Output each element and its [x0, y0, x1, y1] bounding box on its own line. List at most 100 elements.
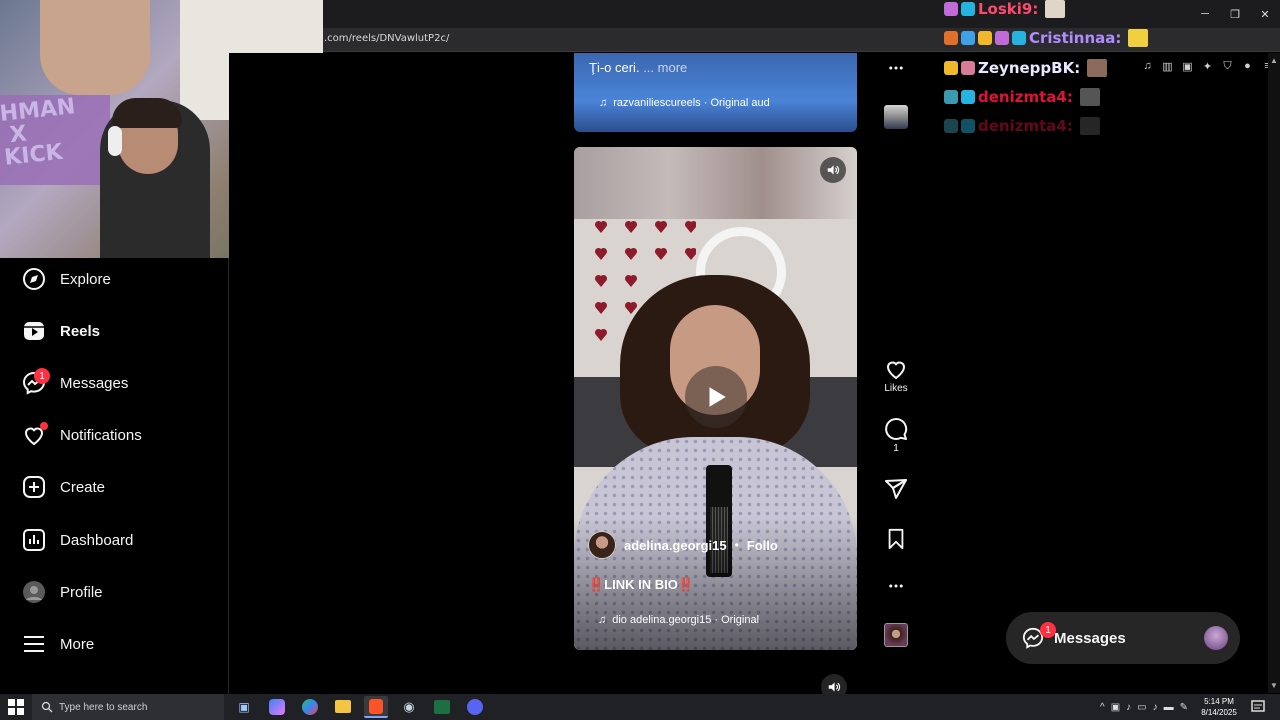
copilot-icon[interactable]: [269, 699, 285, 715]
comment-button[interactable]: 1: [876, 417, 916, 454]
music-note-icon: ♫: [598, 614, 607, 626]
minimize-icon[interactable]: ─: [1190, 0, 1220, 28]
sidebar-item-explore[interactable]: Explore: [0, 259, 229, 299]
audio-avatar[interactable]: [876, 623, 916, 647]
reel-caption: ‼️LINK IN BIO‼️: [588, 577, 695, 592]
sidebar-item-messages[interactable]: 1 Messages: [0, 363, 229, 403]
sidebar-item-label: Dashboard: [60, 531, 134, 549]
close-icon[interactable]: ✕: [1250, 0, 1280, 28]
volume-icon[interactable]: ♪: [1126, 702, 1131, 713]
follow-button[interactable]: Follo: [747, 538, 778, 553]
reel-caption: Ţi-o ceri. ... more: [589, 60, 687, 75]
browser-toolbar: ♫ ▥ ▣ ✦ ⛉ ● ≡: [1141, 58, 1274, 74]
search-placeholder: Type here to search: [59, 701, 148, 713]
task-view-icon[interactable]: ▣: [232, 696, 256, 718]
chat-message: ZeyneppBK:: [944, 59, 1108, 77]
scroll-down-icon[interactable]: ▼: [1270, 681, 1278, 690]
brave-browser-icon[interactable]: [364, 696, 388, 718]
messages-label: Messages: [1054, 629, 1126, 647]
copilot-app-icon[interactable]: [302, 699, 318, 715]
volume-icon[interactable]: ♪: [1153, 702, 1158, 713]
steam-icon[interactable]: ◉: [397, 696, 421, 718]
play-icon: [709, 387, 726, 407]
reel-card-current[interactable]: adelina.georgi15 • Follo ‼️LINK IN BIO‼️…: [574, 147, 857, 650]
messages-floating-button[interactable]: 1 Messages: [1006, 612, 1240, 664]
avatar: [884, 623, 908, 647]
badge-icon: [944, 119, 958, 133]
previous-author-avatar[interactable]: [876, 105, 916, 129]
sidebar-icon[interactable]: ▥: [1161, 58, 1174, 74]
emote-icon: [1079, 117, 1100, 135]
windows-start-icon[interactable]: [8, 699, 24, 715]
sidebar-item-notifications[interactable]: Notifications: [0, 415, 229, 455]
vpn-icon[interactable]: ●: [1241, 58, 1254, 74]
excel-icon[interactable]: [434, 700, 450, 714]
badge-icon: [944, 90, 958, 104]
discord-icon[interactable]: [467, 699, 483, 715]
badge-icon: [995, 31, 1009, 45]
emote-icon: [1087, 59, 1108, 77]
play-button[interactable]: [685, 366, 747, 428]
scroll-up-icon[interactable]: ▲: [1270, 56, 1278, 65]
save-button[interactable]: [876, 527, 916, 551]
sidebar-item-profile[interactable]: Profile: [0, 572, 229, 612]
sidebar-item-label: Create: [60, 478, 106, 496]
sidebar-item-label: Explore: [60, 270, 111, 288]
reel-caption-text: Ţi-o ceri.: [589, 60, 640, 75]
reel-card-previous[interactable]: Ţi-o ceri. ... more ♫ razvaniliescureels…: [574, 53, 857, 132]
url-text[interactable]: .com/reels/DNVawlutP2c/: [324, 33, 449, 44]
mute-button[interactable]: [820, 157, 846, 183]
page-scrollbar[interactable]: ▲ ▼: [1268, 53, 1280, 693]
more-options-top[interactable]: [876, 59, 916, 77]
tray-app-icon[interactable]: ▣: [1111, 702, 1120, 713]
tray-chevron-icon[interactable]: ^: [1100, 702, 1105, 713]
shield-icon[interactable]: ⛉: [1221, 58, 1234, 74]
more-options-button[interactable]: [876, 577, 916, 595]
clock-time: 5:14 PM: [1204, 697, 1234, 706]
reel-audio-text: razvaniliescureels · Original aud: [613, 97, 770, 109]
badge-icon: [944, 31, 958, 45]
notification-dot: [40, 422, 48, 430]
comment-icon: [885, 418, 908, 440]
messages-badge: 1: [34, 368, 50, 384]
crown-icon: [978, 31, 992, 45]
taskbar-search[interactable]: Type here to search: [32, 694, 224, 720]
sidebar-item-reels[interactable]: Reels: [0, 311, 229, 351]
avatar: [884, 105, 908, 129]
pen-icon[interactable]: ✎: [1180, 702, 1188, 713]
stream-chat-overlay: Loski9: Cristinnaa: ZeyneppBK: denizmta4…: [944, 0, 1149, 170]
notification-center-icon[interactable]: [1250, 699, 1266, 715]
send-icon: [885, 479, 907, 499]
sidebar-item-create[interactable]: Create: [0, 467, 229, 507]
wallet-icon[interactable]: ▣: [1181, 58, 1194, 74]
file-explorer-icon[interactable]: [335, 700, 351, 713]
restore-icon[interactable]: ❐: [1220, 0, 1250, 28]
reel-actions: Likes 1: [876, 53, 916, 693]
share-button[interactable]: [876, 477, 916, 501]
sidebar-item-more[interactable]: More: [0, 624, 229, 664]
taskbar-clock[interactable]: 5:14 PM 8/14/2025: [1198, 696, 1240, 718]
like-button[interactable]: Likes: [876, 357, 916, 394]
chat-username: denizmta4:: [978, 117, 1073, 135]
clock-date: 8/14/2025: [1201, 708, 1237, 717]
bookmark-icon: [888, 528, 904, 550]
reel-audio[interactable]: ♫ dio adelina.georgi15 · Original: [598, 614, 759, 626]
battery-icon[interactable]: ▬: [1164, 702, 1174, 713]
emote-icon: [1079, 88, 1100, 106]
plus-square-icon: [23, 476, 45, 498]
author-username[interactable]: adelina.georgi15: [624, 538, 727, 553]
reel-blur-band: [574, 147, 857, 219]
network-icon[interactable]: ▭: [1137, 702, 1146, 713]
webcam-top-face: [40, 0, 150, 95]
reel-audio[interactable]: ♫ razvaniliescureels · Original aud: [599, 97, 770, 109]
webcam-banner-text: HMAN X KICK: [0, 94, 77, 171]
badge-icon: [1012, 31, 1026, 45]
sidebar-item-dashboard[interactable]: Dashboard: [0, 520, 229, 560]
badge-icon: [961, 2, 975, 16]
author-avatar[interactable]: [588, 531, 616, 559]
leo-icon[interactable]: ✦: [1201, 58, 1214, 74]
chat-username: denizmta4:: [978, 88, 1073, 106]
caption-more-link[interactable]: ... more: [643, 60, 687, 75]
hamburger-icon: [24, 636, 44, 652]
more-dots-icon: [889, 584, 903, 588]
